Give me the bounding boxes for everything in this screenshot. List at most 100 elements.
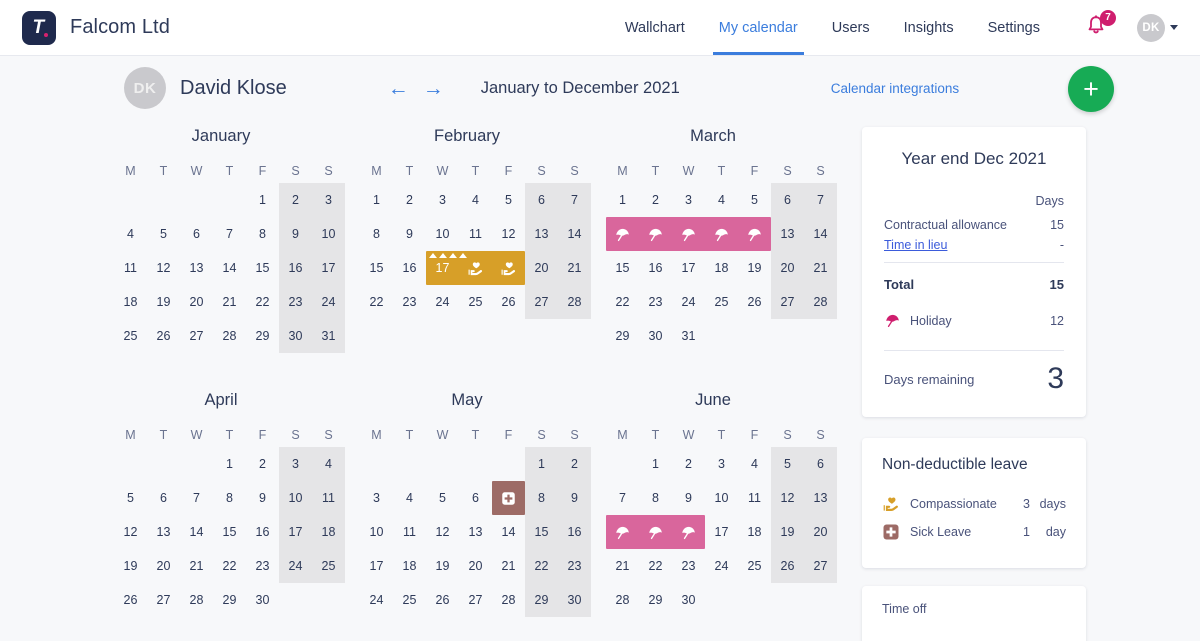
day-cell[interactable]: 22: [360, 285, 393, 319]
day-cell[interactable]: 28: [213, 319, 246, 353]
day-cell[interactable]: 11: [393, 515, 426, 549]
day-cell[interactable]: 4: [459, 183, 492, 217]
day-cell[interactable]: 17: [705, 515, 738, 549]
day-cell[interactable]: 14: [213, 251, 246, 285]
day-cell[interactable]: 8: [213, 481, 246, 515]
leave-event-sick[interactable]: [492, 481, 525, 515]
day-cell[interactable]: 12: [426, 515, 459, 549]
day-cell[interactable]: 21: [492, 549, 525, 583]
day-cell[interactable]: 9: [246, 481, 279, 515]
day-cell[interactable]: 13: [804, 481, 837, 515]
day-cell[interactable]: 10: [279, 481, 312, 515]
day-cell[interactable]: 2: [639, 183, 672, 217]
day-cell[interactable]: 27: [147, 583, 180, 617]
day-cell[interactable]: 10: [360, 515, 393, 549]
day-cell[interactable]: 23: [246, 549, 279, 583]
day-cell[interactable]: 25: [312, 549, 345, 583]
day-cell[interactable]: 7: [606, 481, 639, 515]
day-cell[interactable]: 1: [246, 183, 279, 217]
day-cell[interactable]: 26: [426, 583, 459, 617]
day-cell[interactable]: 26: [771, 549, 804, 583]
day-cell[interactable]: 7: [558, 183, 591, 217]
day-cell[interactable]: 23: [672, 549, 705, 583]
day-cell[interactable]: 6: [804, 447, 837, 481]
day-cell[interactable]: 1: [213, 447, 246, 481]
day-cell[interactable]: 22: [606, 285, 639, 319]
day-cell[interactable]: 19: [147, 285, 180, 319]
day-cell[interactable]: 3: [279, 447, 312, 481]
day-cell[interactable]: 29: [525, 583, 558, 617]
day-cell[interactable]: 29: [213, 583, 246, 617]
day-cell[interactable]: 13: [180, 251, 213, 285]
day-cell[interactable]: 21: [804, 251, 837, 285]
day-cell[interactable]: 16: [246, 515, 279, 549]
day-cell[interactable]: 24: [360, 583, 393, 617]
day-cell[interactable]: 25: [459, 285, 492, 319]
day-cell[interactable]: 1: [525, 447, 558, 481]
day-cell[interactable]: 24: [279, 549, 312, 583]
day-cell[interactable]: 22: [213, 549, 246, 583]
add-request-button[interactable]: +: [1068, 66, 1114, 112]
day-cell[interactable]: 3: [672, 183, 705, 217]
day-cell[interactable]: 23: [558, 549, 591, 583]
day-cell[interactable]: 13: [525, 217, 558, 251]
day-cell[interactable]: 4: [312, 447, 345, 481]
day-cell[interactable]: 1: [606, 183, 639, 217]
day-cell[interactable]: 24: [672, 285, 705, 319]
day-cell[interactable]: 28: [804, 285, 837, 319]
day-cell[interactable]: 28: [492, 583, 525, 617]
day-cell[interactable]: 5: [492, 183, 525, 217]
day-cell[interactable]: 2: [246, 447, 279, 481]
day-cell[interactable]: 6: [771, 183, 804, 217]
day-cell[interactable]: 12: [771, 481, 804, 515]
day-cell[interactable]: 11: [312, 481, 345, 515]
day-cell[interactable]: 9: [558, 481, 591, 515]
day-cell[interactable]: 31: [672, 319, 705, 353]
day-cell[interactable]: 3: [360, 481, 393, 515]
day-cell[interactable]: 20: [180, 285, 213, 319]
nav-item-users[interactable]: Users: [815, 0, 887, 55]
leave-event-holiday[interactable]: [606, 515, 705, 549]
day-cell[interactable]: 13: [771, 217, 804, 251]
day-cell[interactable]: 20: [771, 251, 804, 285]
day-cell[interactable]: 2: [279, 183, 312, 217]
day-cell[interactable]: 26: [738, 285, 771, 319]
day-cell[interactable]: 4: [393, 481, 426, 515]
day-cell[interactable]: 17: [672, 251, 705, 285]
day-cell[interactable]: 13: [459, 515, 492, 549]
day-cell[interactable]: 23: [279, 285, 312, 319]
day-cell[interactable]: 18: [114, 285, 147, 319]
day-cell[interactable]: 19: [771, 515, 804, 549]
nav-item-insights[interactable]: Insights: [887, 0, 971, 55]
day-cell[interactable]: 30: [672, 583, 705, 617]
day-cell[interactable]: 7: [213, 217, 246, 251]
day-cell[interactable]: 23: [639, 285, 672, 319]
nav-item-settings[interactable]: Settings: [971, 0, 1057, 55]
day-cell[interactable]: 11: [738, 481, 771, 515]
day-cell[interactable]: 27: [525, 285, 558, 319]
day-cell[interactable]: 4: [705, 183, 738, 217]
day-cell[interactable]: 21: [213, 285, 246, 319]
day-cell[interactable]: 14: [804, 217, 837, 251]
day-cell[interactable]: 4: [738, 447, 771, 481]
day-cell[interactable]: 29: [639, 583, 672, 617]
day-cell[interactable]: 25: [705, 285, 738, 319]
day-cell[interactable]: 5: [147, 217, 180, 251]
day-cell[interactable]: 24: [312, 285, 345, 319]
day-cell[interactable]: 14: [558, 217, 591, 251]
day-cell[interactable]: 15: [213, 515, 246, 549]
day-cell[interactable]: 21: [606, 549, 639, 583]
day-cell[interactable]: 20: [147, 549, 180, 583]
day-cell[interactable]: 16: [639, 251, 672, 285]
day-cell[interactable]: 12: [147, 251, 180, 285]
leave-event-compassionate[interactable]: 17: [426, 251, 525, 285]
day-cell[interactable]: 5: [771, 447, 804, 481]
day-cell[interactable]: 3: [312, 183, 345, 217]
day-cell[interactable]: 15: [525, 515, 558, 549]
day-cell[interactable]: 26: [492, 285, 525, 319]
leave-event-holiday[interactable]: [606, 217, 771, 251]
day-cell[interactable]: 22: [246, 285, 279, 319]
day-cell[interactable]: 1: [639, 447, 672, 481]
day-cell[interactable]: 20: [804, 515, 837, 549]
day-cell[interactable]: 14: [180, 515, 213, 549]
